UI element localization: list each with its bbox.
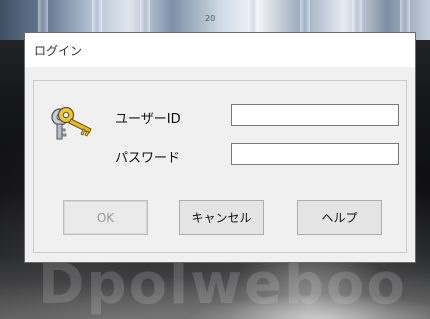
password-input[interactable] bbox=[231, 143, 399, 165]
login-dialog: ログイン ユーザーID パスワード OK キャンセル ヘルプ bbox=[24, 32, 416, 263]
ok-button[interactable]: OK bbox=[63, 200, 148, 235]
dialog-title: ログイン bbox=[34, 44, 83, 58]
help-button[interactable]: ヘルプ bbox=[297, 200, 382, 235]
keys-icon bbox=[49, 105, 93, 141]
cancel-button[interactable]: キャンセル bbox=[179, 200, 264, 235]
background-text: 20 bbox=[205, 14, 216, 23]
password-label: パスワード bbox=[115, 151, 181, 166]
title-bar[interactable]: ログイン bbox=[25, 33, 415, 67]
user-id-label: ユーザーID bbox=[115, 112, 181, 127]
user-id-input[interactable] bbox=[231, 104, 399, 126]
